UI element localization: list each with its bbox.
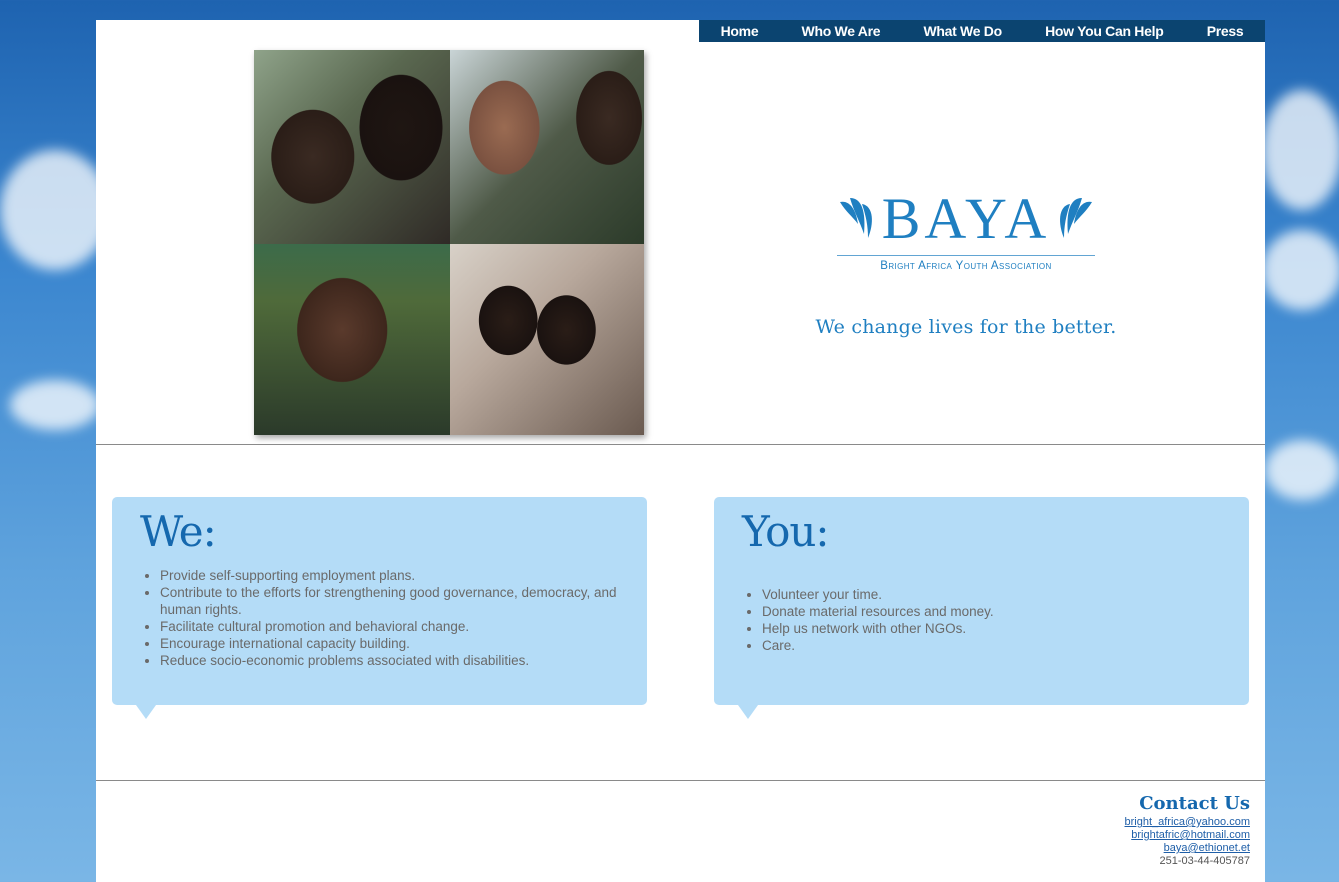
footer-divider [96,780,1265,781]
photo-children-1 [254,50,450,244]
leaf-right-icon [1060,198,1093,238]
we-heading: We: [140,507,217,556]
baya-logo: BAYA Bright Africa Youth Association [816,185,1116,272]
contact-heading: Contact Us [1139,793,1250,814]
list-item: Volunteer your time. [762,586,1222,603]
you-speech-bubble: You: Volunteer your time. Donate materia… [714,497,1249,719]
logo-subtitle: Bright Africa Youth Association [880,260,1052,272]
photo-child-headscarf [254,244,450,435]
list-item: Provide self-supporting employment plans… [160,567,620,584]
page-container: Home Who We Are What We Do How You Can H… [96,20,1265,882]
phone-number: 251-03-44-405787 [1159,855,1250,867]
email-link-ethionet[interactable]: baya@ethionet.et [1124,842,1250,855]
cloud-decoration [1262,90,1339,210]
nav-home[interactable]: Home [721,23,759,39]
we-speech-bubble: We: Provide self-supporting employment p… [112,497,647,719]
logo-mark: BAYA [816,185,1116,251]
nav-what-we-do[interactable]: What We Do [923,23,1002,39]
contact-section: Contact Us bright_africa@yahoo.com brigh… [1124,793,1250,868]
you-list: Volunteer your time. Donate material res… [742,586,1222,654]
you-heading: You: [742,507,830,556]
tagline: We change lives for the better. [815,316,1117,338]
list-item: Reduce socio-economic problems associate… [160,652,620,669]
section-divider [96,444,1265,445]
list-item: Care. [762,637,1222,654]
children-photo-collage [254,50,644,435]
list-item: Facilitate cultural promotion and behavi… [160,618,620,635]
logo-name: BAYA [881,185,1051,251]
nav-how-you-can-help[interactable]: How You Can Help [1045,23,1164,39]
leaf-left-icon [839,198,872,238]
cloud-decoration [1265,440,1339,500]
list-item: Encourage international capacity buildin… [160,635,620,652]
list-item: Donate material resources and money. [762,603,1222,620]
photo-children-2 [450,50,644,244]
list-item: Contribute to the efforts for strengthen… [160,584,620,618]
nav-press[interactable]: Press [1207,23,1244,39]
email-link-yahoo[interactable]: bright_africa@yahoo.com [1124,816,1250,829]
email-link-hotmail[interactable]: brightafric@hotmail.com [1124,829,1250,842]
we-list: Provide self-supporting employment plans… [140,567,620,669]
cloud-decoration [0,150,110,270]
cloud-decoration [1262,230,1339,310]
logo-divider [837,255,1095,256]
nav-who-we-are[interactable]: Who We Are [802,23,881,39]
photo-children-group [450,244,644,435]
list-item: Help us network with other NGOs. [762,620,1222,637]
top-navigation: Home Who We Are What We Do How You Can H… [699,20,1265,42]
cloud-decoration [10,380,100,430]
